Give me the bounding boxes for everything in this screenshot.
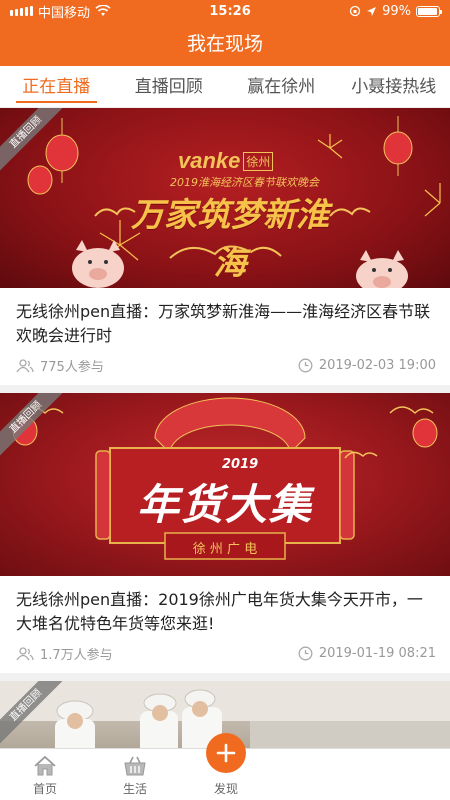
live-card[interactable]: 2019 年货大集 徐 州 广 电 直播回顾 无线徐州pen直播：2019徐州广… bbox=[0, 393, 450, 673]
participants-count: 1.7万人参与 bbox=[40, 648, 113, 663]
battery-icon bbox=[416, 5, 442, 17]
home-icon bbox=[34, 755, 56, 776]
page-title: 我在现场 bbox=[186, 33, 263, 55]
card-title[interactable]: 无线徐州pen直播：2019徐州广电年货大集今天开市，一大堆名优特色年货等您来逛… bbox=[0, 576, 450, 636]
shop-basket-icon bbox=[124, 756, 146, 776]
card-date: 2019-02-03 19:00 bbox=[318, 358, 436, 373]
tab-live-now[interactable]: 正在直播 bbox=[0, 66, 113, 107]
brand-logo: vanke 徐州 bbox=[178, 148, 274, 174]
location-icon bbox=[367, 6, 377, 16]
tabbar-home-label: 首页 bbox=[32, 782, 57, 796]
orientation-lock-icon bbox=[349, 5, 361, 17]
card-meta: 1.7万人参与 2019-01-19 08:21 bbox=[0, 636, 450, 673]
battery-percent: 99% bbox=[382, 3, 411, 19]
participants-count: 775人参与 bbox=[40, 360, 104, 375]
banner-headline: 万家筑梦新淮海 bbox=[131, 195, 329, 282]
wifi-icon bbox=[95, 5, 111, 16]
tabbar-life[interactable]: 生活 bbox=[95, 749, 175, 800]
app-header: 中国移动 15:26 99% 我在现场 bbox=[0, 0, 450, 66]
carrier-label: 中国移动 bbox=[38, 5, 91, 21]
replay-corner-badge: 直播回顾 bbox=[0, 108, 70, 178]
replay-corner-badge: 直播回顾 bbox=[0, 681, 70, 748]
replay-corner-badge: 直播回顾 bbox=[0, 393, 70, 463]
tabbar-home[interactable]: 首页 bbox=[5, 749, 85, 800]
card-banner-image[interactable]: vanke 徐州 2019淮海经济区春节联欢晚会 万家筑梦新淮海 直播回顾 bbox=[0, 108, 450, 288]
card-title[interactable]: 无线徐州pen直播：万家筑梦新淮海——淮海经济区春节联欢晚会进行时 bbox=[0, 288, 450, 348]
banner-headline: 年货大集 bbox=[136, 480, 313, 529]
participants-icon bbox=[16, 646, 34, 660]
banner-subtitle: 徐 州 广 电 bbox=[192, 542, 258, 557]
card-meta: 775人参与 2019-02-03 19:00 bbox=[0, 348, 450, 385]
tab-live-replay[interactable]: 直播回顾 bbox=[113, 66, 226, 107]
tabbar-discover[interactable]: 发现 bbox=[186, 749, 266, 800]
card-banner-image[interactable]: 2019 年货大集 徐 州 广 电 直播回顾 bbox=[0, 393, 450, 576]
tabbar-discover-label: 发现 bbox=[213, 782, 238, 796]
status-time: 15:26 bbox=[209, 3, 251, 19]
signal-icon bbox=[10, 6, 33, 16]
clock-icon bbox=[298, 358, 313, 373]
category-tabs: 正在直播 直播回顾 赢在徐州 小聂接热线 bbox=[0, 66, 450, 108]
clock-icon bbox=[298, 646, 313, 661]
pig-mascot-right bbox=[356, 250, 408, 288]
card-date: 2019-01-19 08:21 bbox=[318, 646, 436, 661]
status-bar: 中国移动 15:26 99% bbox=[0, 0, 450, 22]
live-feed: vanke 徐州 2019淮海经济区春节联欢晚会 万家筑梦新淮海 直播回顾 无线… bbox=[0, 108, 450, 748]
tab-win-in-xuzhou[interactable]: 赢在徐州 bbox=[225, 66, 338, 107]
live-card[interactable]: vanke 徐州 2019淮海经济区春节联欢晚会 万家筑梦新淮海 直播回顾 无线… bbox=[0, 108, 450, 385]
banner-year: 2019 bbox=[222, 457, 259, 472]
participants-icon bbox=[16, 358, 34, 372]
bottom-tab-bar: 首页 生活 发现 bbox=[0, 733, 450, 800]
tab-hotline[interactable]: 小聂接热线 bbox=[338, 66, 450, 107]
tabbar-life-label: 生活 bbox=[122, 782, 147, 796]
